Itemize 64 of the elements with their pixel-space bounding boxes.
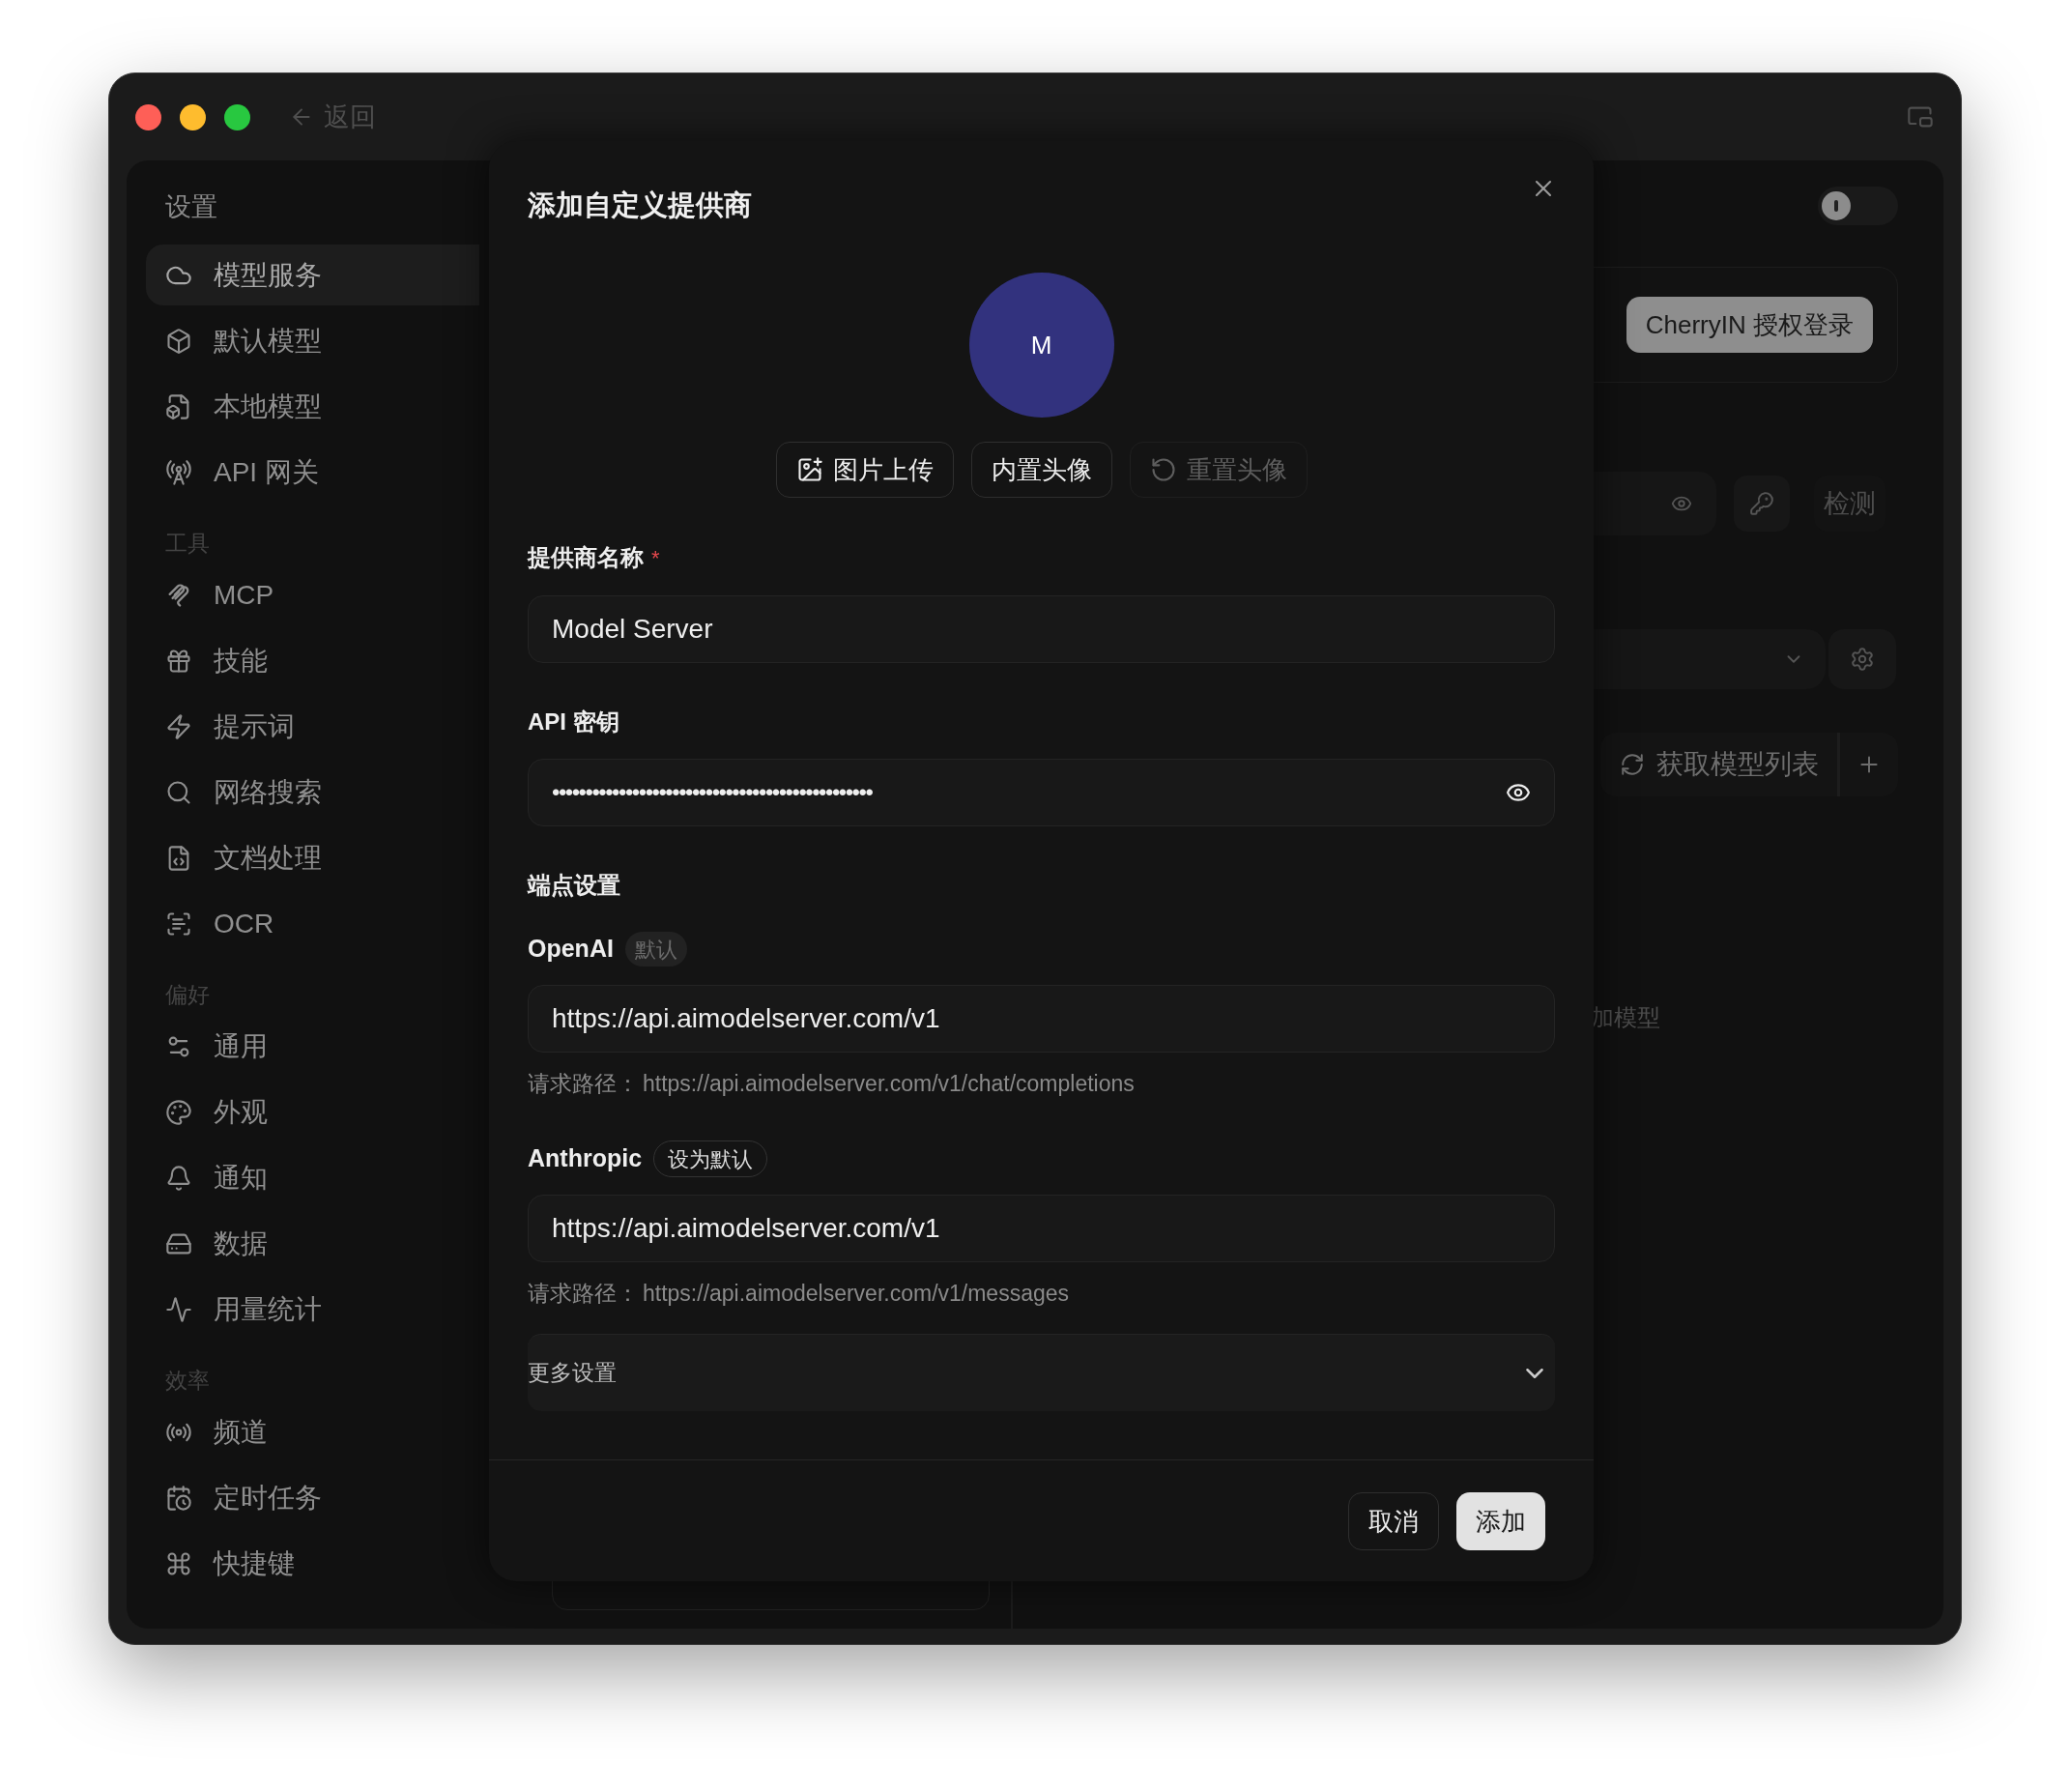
dialog-title: 添加自定义提供商 — [528, 188, 753, 223]
settings-icon — [1850, 647, 1875, 672]
minimize-window-icon[interactable] — [180, 103, 206, 130]
search-icon — [165, 778, 192, 806]
request-path: https://api.aimodelserver.com/v1/chat/completions — [643, 1069, 1135, 1098]
path-label: 请求路径： — [528, 1069, 639, 1098]
default-badge: 默认 — [624, 932, 687, 967]
api-key-input[interactable]: •••••••••••••••••••••••••••••••••••••••••••••••• — [528, 759, 1555, 826]
maximize-window-icon[interactable] — [224, 103, 250, 130]
avatar: M — [968, 273, 1114, 418]
scan-text-icon — [165, 909, 192, 938]
login-button[interactable]: CherryIN 授权登录 — [1626, 297, 1873, 353]
lightning-icon — [165, 712, 192, 740]
sidebar-item[interactable]: OCR — [146, 893, 479, 954]
endpoint-url-input[interactable]: https://api.aimodelserver.com/v1 — [528, 1195, 1555, 1262]
sidebar-item[interactable]: 通用 — [146, 1016, 479, 1077]
sidebar-item[interactable]: 频道 — [146, 1401, 479, 1462]
endpoint-name: Anthropic — [528, 1143, 643, 1174]
cube-icon — [165, 327, 192, 355]
sidebar-item[interactable]: 快捷键 — [146, 1533, 479, 1594]
image-plus-icon — [795, 456, 823, 483]
sidebar-item[interactable]: 默认模型 — [146, 310, 479, 371]
field-label: API 密钥 — [528, 707, 620, 736]
endpoint-url-input[interactable]: https://api.aimodelserver.com/v1 — [528, 985, 1555, 1053]
sidebar-item[interactable]: 用量统计 — [146, 1279, 479, 1340]
chevron-down-icon — [1526, 1368, 1543, 1378]
bell-icon — [165, 1164, 192, 1192]
field-label: 提供商名称 — [528, 543, 644, 572]
add-button[interactable]: 添加 — [1456, 1492, 1545, 1550]
provider-name-input[interactable]: Model Server — [528, 595, 1555, 663]
more-settings-row[interactable]: 更多设置 — [528, 1334, 1555, 1411]
sidebar-item[interactable]: 网络搜索 — [146, 762, 479, 823]
calendar-clock-icon — [165, 1484, 192, 1512]
key-button[interactable] — [1734, 476, 1790, 532]
avatar-button[interactable]: 内置头像 — [970, 442, 1112, 498]
refresh-icon — [1619, 752, 1645, 777]
settings-button[interactable] — [1828, 629, 1896, 689]
required-mark: * — [651, 544, 660, 572]
sidebar-item[interactable]: 模型服务 — [146, 245, 479, 305]
sidebar-item[interactable]: 数据 — [146, 1213, 479, 1274]
endpoint-name: OpenAI — [528, 934, 614, 965]
reset-icon — [1149, 456, 1177, 483]
close-window-icon[interactable] — [135, 103, 161, 130]
palette-icon — [165, 1098, 192, 1126]
section-title: 端点设置 — [528, 871, 621, 900]
toggle-switch[interactable] — [1818, 187, 1898, 225]
avatar-button[interactable]: 图片上传 — [775, 442, 954, 498]
sidebar-item[interactable]: 技能 — [146, 630, 479, 691]
antenna-icon — [165, 458, 192, 486]
request-path: https://api.aimodelserver.com/v1/messages — [643, 1279, 1070, 1308]
sidebar-item[interactable]: 文档处理 — [146, 827, 479, 888]
sidebar-title: 设置 — [164, 190, 218, 223]
sidebar-item[interactable]: 通知 — [146, 1147, 479, 1208]
sidebar-item[interactable]: MCP — [146, 564, 479, 625]
gift-box-icon — [165, 647, 192, 675]
key-icon — [1749, 491, 1774, 516]
pulse-icon — [165, 1295, 192, 1323]
sidebar-item[interactable]: 定时任务 — [146, 1467, 479, 1528]
sidebar-item[interactable]: 提示词 — [146, 696, 479, 757]
cancel-button[interactable]: 取消 — [1348, 1492, 1439, 1550]
sidebar-item[interactable]: 外观 — [146, 1082, 479, 1142]
sidebar-item[interactable]: API 网关 — [146, 442, 479, 503]
sidebar-item[interactable]: 本地模型 — [146, 376, 479, 437]
path-label: 请求路径： — [528, 1279, 639, 1308]
